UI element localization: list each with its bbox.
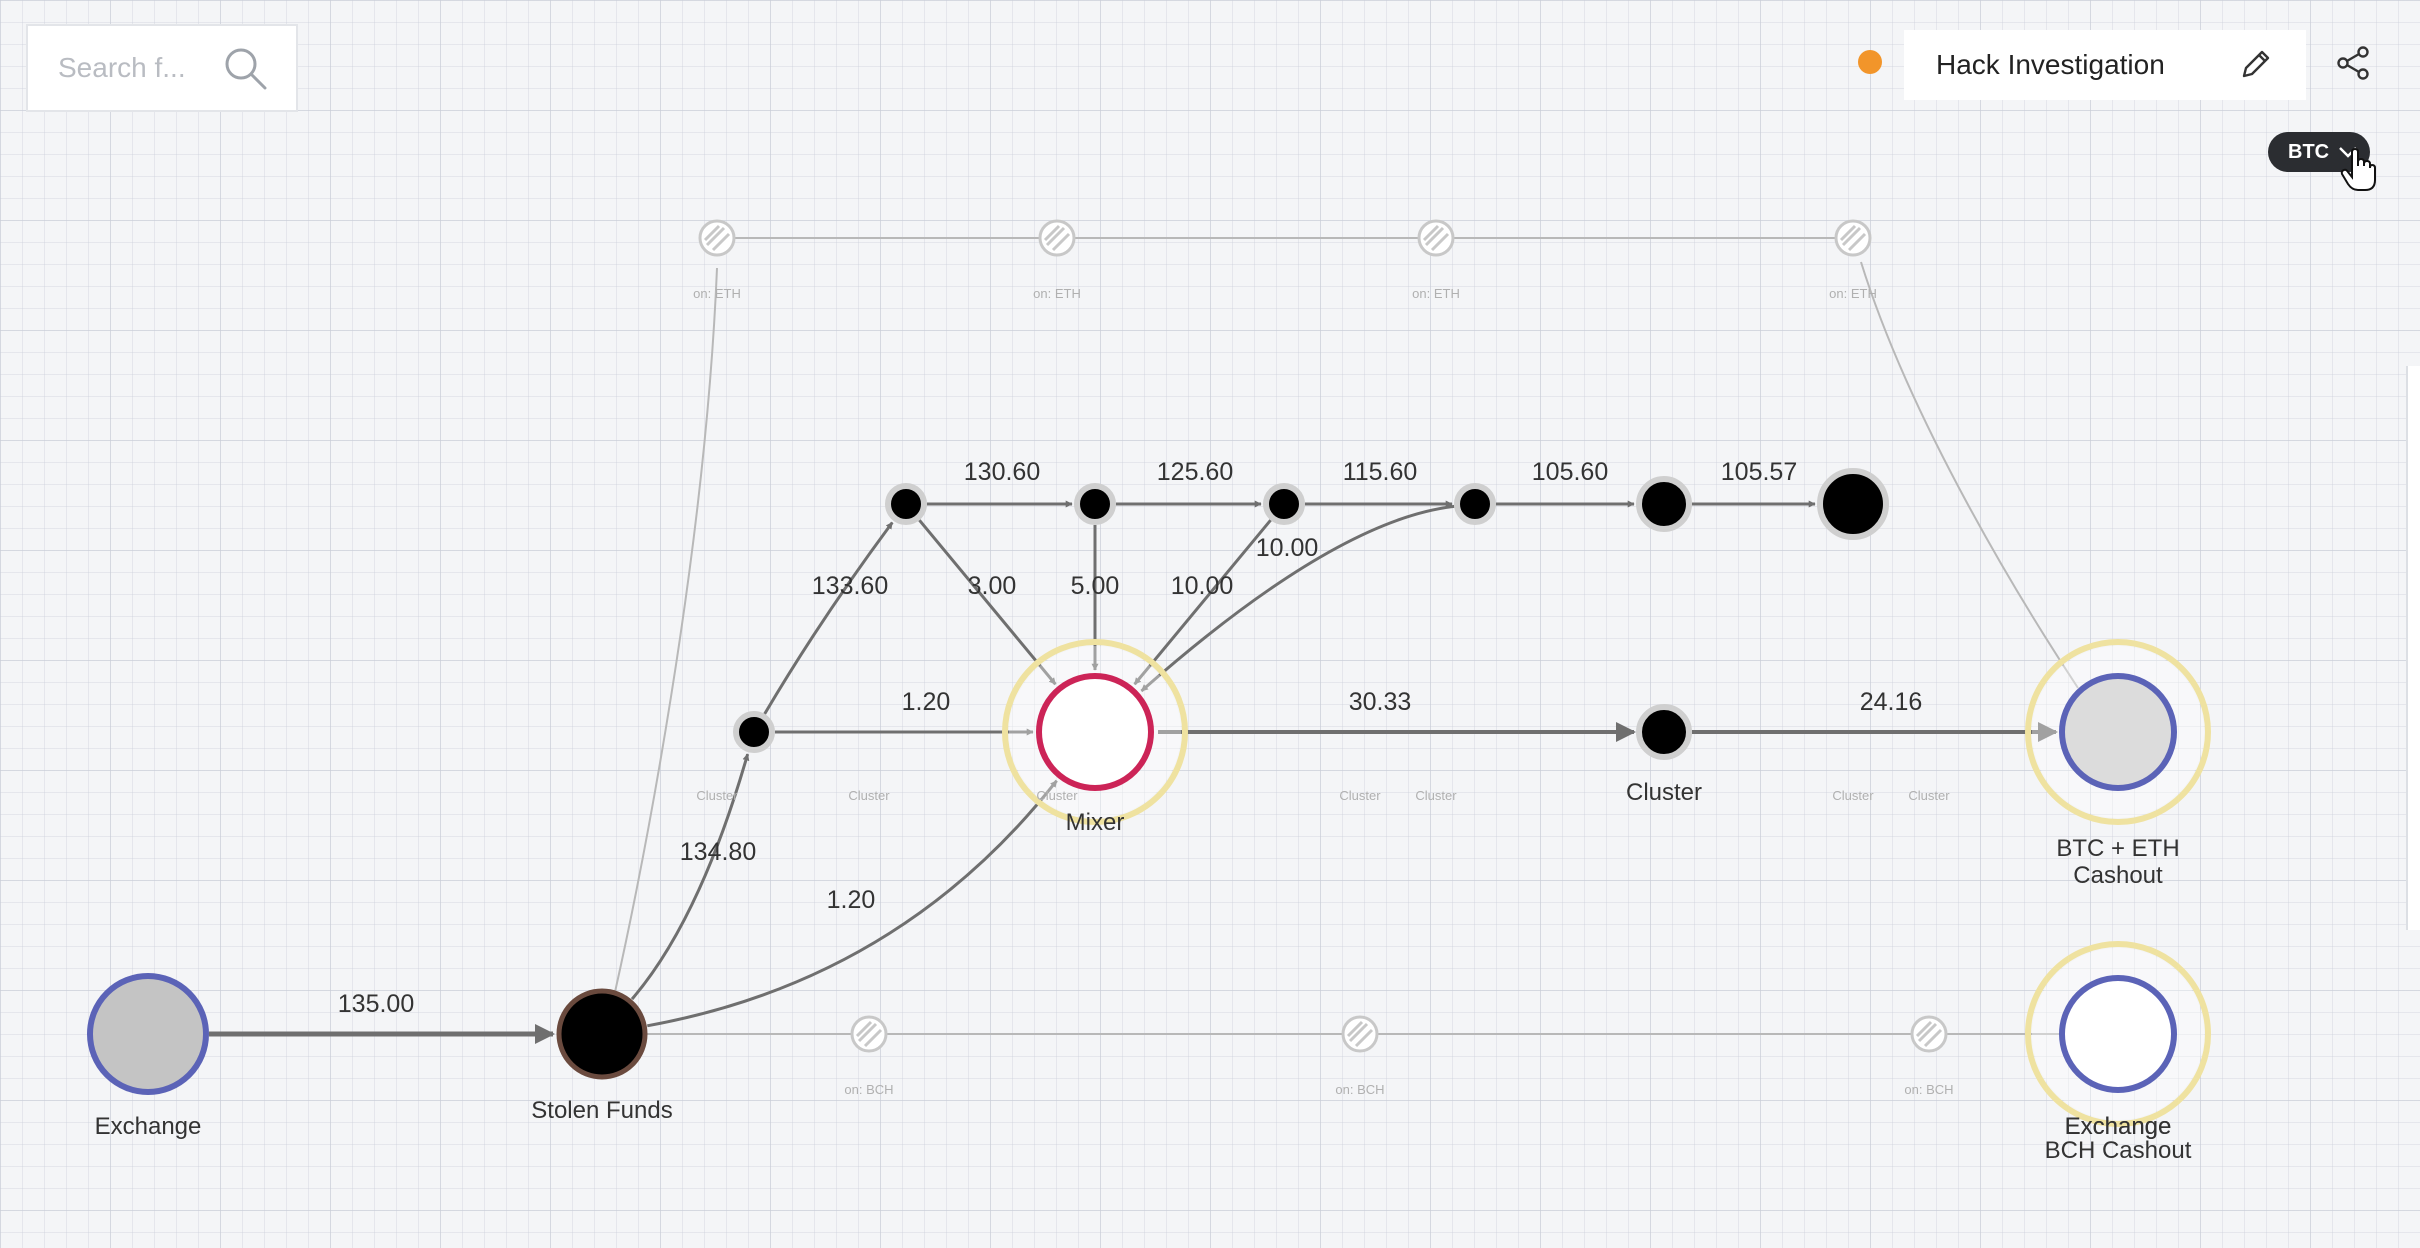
edge-amount-label: 105.60: [1532, 458, 1608, 486]
ghost-cluster-label: Cluster: [1036, 788, 1078, 803]
address-node[interactable]: [885, 483, 927, 525]
ghost-cluster-label: Cluster: [1908, 788, 1950, 803]
cross-chain-link: [1860, 261, 2079, 689]
edge-amount-label: 115.60: [1343, 458, 1418, 486]
entity-node-btc-eth-cashout[interactable]: [2025, 639, 2211, 825]
ghost-cluster-label: Cluster: [1832, 788, 1874, 803]
ghost-cluster-node[interactable]: [1341, 1015, 1379, 1053]
currency-selector-value: BTC: [2288, 140, 2330, 163]
ghost-cluster-label: on: BCH: [1335, 1082, 1384, 1097]
ghost-cluster-node[interactable]: [698, 219, 736, 257]
entity-node-mixer[interactable]: [1002, 639, 1188, 825]
edge-amount-label: 24.16: [1860, 688, 1923, 716]
ghost-cluster-label: on: BCH: [844, 1082, 893, 1097]
node-label: Cashout: [2073, 862, 2163, 889]
search-icon[interactable]: [222, 45, 268, 91]
ghost-cluster-label: on: ETH: [1033, 286, 1081, 301]
edge-amount-label: 10.00: [1171, 572, 1234, 600]
ghost-cluster-label: Cluster: [1415, 788, 1457, 803]
node-label: Mixer: [1066, 809, 1125, 836]
ghost-cluster-label: on: BCH: [1904, 1082, 1953, 1097]
ghost-cluster-node[interactable]: [1910, 1015, 1948, 1053]
hand-cursor-icon: [2340, 148, 2376, 191]
node-label: Exchange: [2065, 1113, 2172, 1140]
edge-amount-label: 135.00: [338, 990, 414, 1018]
entity-node-stolen[interactable]: [556, 988, 648, 1080]
node-label: Exchange: [95, 1113, 202, 1140]
ghost-cluster-label: on: ETH: [693, 286, 741, 301]
edge-amount-label: 130.60: [964, 458, 1040, 486]
entity-node-exchange[interactable]: [87, 973, 209, 1095]
edge-amount-label: 5.00: [1071, 572, 1120, 600]
address-node[interactable]: [1454, 483, 1496, 525]
ghost-cluster-label: Cluster: [1339, 788, 1381, 803]
edge-amount-label: 3.00: [968, 572, 1017, 600]
ghost-cluster-label: Cluster: [696, 788, 738, 803]
investigation-title-card: Hack Investigation: [1904, 30, 2306, 100]
entity-node-bch-cashout[interactable]: [2025, 941, 2211, 1127]
right-panel-edge: [2406, 366, 2420, 930]
node-label: Cluster: [1626, 779, 1702, 806]
status-indicator: [1858, 50, 1882, 74]
ghost-cluster-node[interactable]: [1834, 219, 1872, 257]
node-label: BTC + ETH: [2056, 835, 2179, 862]
ghost-cluster-label: Cluster: [848, 788, 890, 803]
search-input[interactable]: [56, 51, 222, 85]
node-label: Stolen Funds: [531, 1097, 672, 1124]
ghost-cluster-node[interactable]: [850, 1015, 888, 1053]
edge-amount-label: 134.80: [680, 838, 756, 866]
address-node[interactable]: [1074, 483, 1116, 525]
node-label: BCH Cashout: [2045, 1137, 2192, 1164]
address-node[interactable]: [1636, 704, 1692, 760]
edge-amount-label: 1.20: [827, 886, 876, 914]
address-node[interactable]: [1817, 468, 1889, 540]
address-node[interactable]: [733, 711, 775, 753]
ghost-cluster-label: on: ETH: [1412, 286, 1460, 301]
address-node[interactable]: [1263, 483, 1305, 525]
address-node[interactable]: [1636, 476, 1692, 532]
ghost-cluster-node[interactable]: [1038, 219, 1076, 257]
edge-amount-label: 105.57: [1721, 458, 1797, 486]
edge-amount-label: 125.60: [1157, 458, 1233, 486]
graph-canvas[interactable]: 135.00 134.80 1.20 1.20 133.60 130.60 125.60 11…: [0, 0, 2420, 1248]
share-icon[interactable]: [2334, 44, 2372, 82]
flow-edge[interactable]: [918, 519, 1057, 686]
investigation-title: Hack Investigation: [1936, 49, 2165, 80]
search-box: [26, 24, 298, 112]
edge-amount-label: 30.33: [1349, 688, 1412, 716]
ghost-cluster-label: on: ETH: [1829, 286, 1877, 301]
pencil-icon[interactable]: [2236, 46, 2274, 84]
ghost-cluster-node[interactable]: [1417, 219, 1455, 257]
flow-edge[interactable]: [763, 521, 894, 715]
edge-amount-label: 10.00: [1256, 534, 1319, 562]
edge-amount-label: 133.60: [812, 572, 888, 600]
edge-amount-label: 1.20: [902, 688, 951, 716]
